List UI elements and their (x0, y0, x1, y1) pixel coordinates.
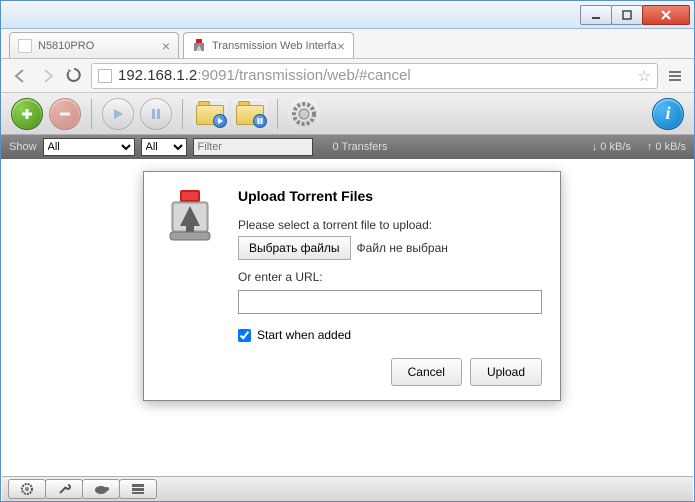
close-window-button[interactable] (642, 5, 690, 25)
app-toolbar: i (1, 93, 694, 135)
transmission-icon (162, 188, 222, 342)
tab-transmission[interactable]: Transmission Web Interfa × (183, 32, 354, 58)
upload-dialog: Upload Torrent Files Please select a tor… (143, 171, 561, 401)
file-field-label: Please select a torrent file to upload: (238, 218, 542, 232)
tab-close-icon[interactable]: × (337, 38, 345, 54)
toolbar-separator (182, 99, 183, 129)
file-status-text: Файл не выбран (357, 241, 448, 255)
url-input[interactable] (238, 290, 542, 314)
pause-all-button[interactable] (233, 99, 267, 129)
info-button[interactable]: i (652, 98, 684, 130)
filter-bar: Show All All 0 Transfers ↓ 0 kB/s ↑ 0 kB… (1, 135, 694, 159)
minimize-button[interactable] (580, 5, 612, 25)
tab-n5810pro[interactable]: N5810PRO × (9, 32, 179, 58)
settings-menu-button[interactable] (8, 479, 46, 499)
upload-rate: ↑ 0 kB/s (647, 141, 686, 153)
url-host: 192.168.1.2 (118, 67, 197, 84)
tab-close-icon[interactable]: × (162, 38, 170, 54)
filter-input[interactable] (193, 138, 313, 156)
url-field-label: Or enter a URL: (238, 270, 542, 284)
url-bar[interactable]: 192.168.1.2:9091/transmission/web/#cance… (91, 63, 658, 89)
transmission-favicon (192, 39, 206, 53)
browser-tabstrip: N5810PRO × Transmission Web Interfa × (1, 29, 694, 59)
window-titlebar (1, 1, 694, 29)
add-torrent-button[interactable] (11, 98, 43, 130)
browser-navbar: 192.168.1.2:9091/transmission/web/#cance… (1, 59, 694, 93)
remove-torrent-button[interactable] (49, 98, 81, 130)
tab-title: N5810PRO (38, 40, 94, 52)
start-all-button[interactable] (193, 99, 227, 129)
page-icon (98, 69, 112, 83)
maximize-button[interactable] (611, 5, 643, 25)
chrome-menu-button[interactable] (664, 65, 686, 87)
back-button[interactable] (9, 65, 31, 87)
compact-view-button[interactable] (119, 479, 157, 499)
reload-button[interactable] (65, 66, 85, 86)
download-rate: ↓ 0 kB/s (592, 141, 631, 153)
turtle-mode-button[interactable] (82, 479, 120, 499)
pause-button[interactable] (140, 98, 172, 130)
cancel-button[interactable]: Cancel (391, 358, 462, 386)
status-bar (2, 476, 693, 501)
tab-title: Transmission Web Interfa (212, 40, 337, 52)
dialog-title: Upload Torrent Files (238, 188, 542, 204)
start-when-added-checkbox[interactable] (238, 329, 251, 342)
start-button[interactable] (102, 98, 134, 130)
tracker-filter-select[interactable]: All (141, 138, 187, 156)
page-favicon (18, 39, 32, 53)
choose-file-button[interactable]: Выбрать файлы (238, 236, 351, 260)
bookmark-star-icon[interactable]: ☆ (638, 67, 651, 85)
tools-menu-button[interactable] (45, 479, 83, 499)
toolbar-separator (91, 99, 92, 129)
start-when-added-label: Start when added (257, 328, 351, 342)
forward-button[interactable] (37, 65, 59, 87)
url-path: :9091/transmission/web/#cancel (197, 67, 410, 84)
preferences-button[interactable] (288, 98, 320, 130)
toolbar-separator (277, 99, 278, 129)
show-label: Show (9, 141, 37, 153)
transfer-count: 0 Transfers (333, 141, 388, 153)
upload-button[interactable]: Upload (470, 358, 542, 386)
state-filter-select[interactable]: All (43, 138, 135, 156)
